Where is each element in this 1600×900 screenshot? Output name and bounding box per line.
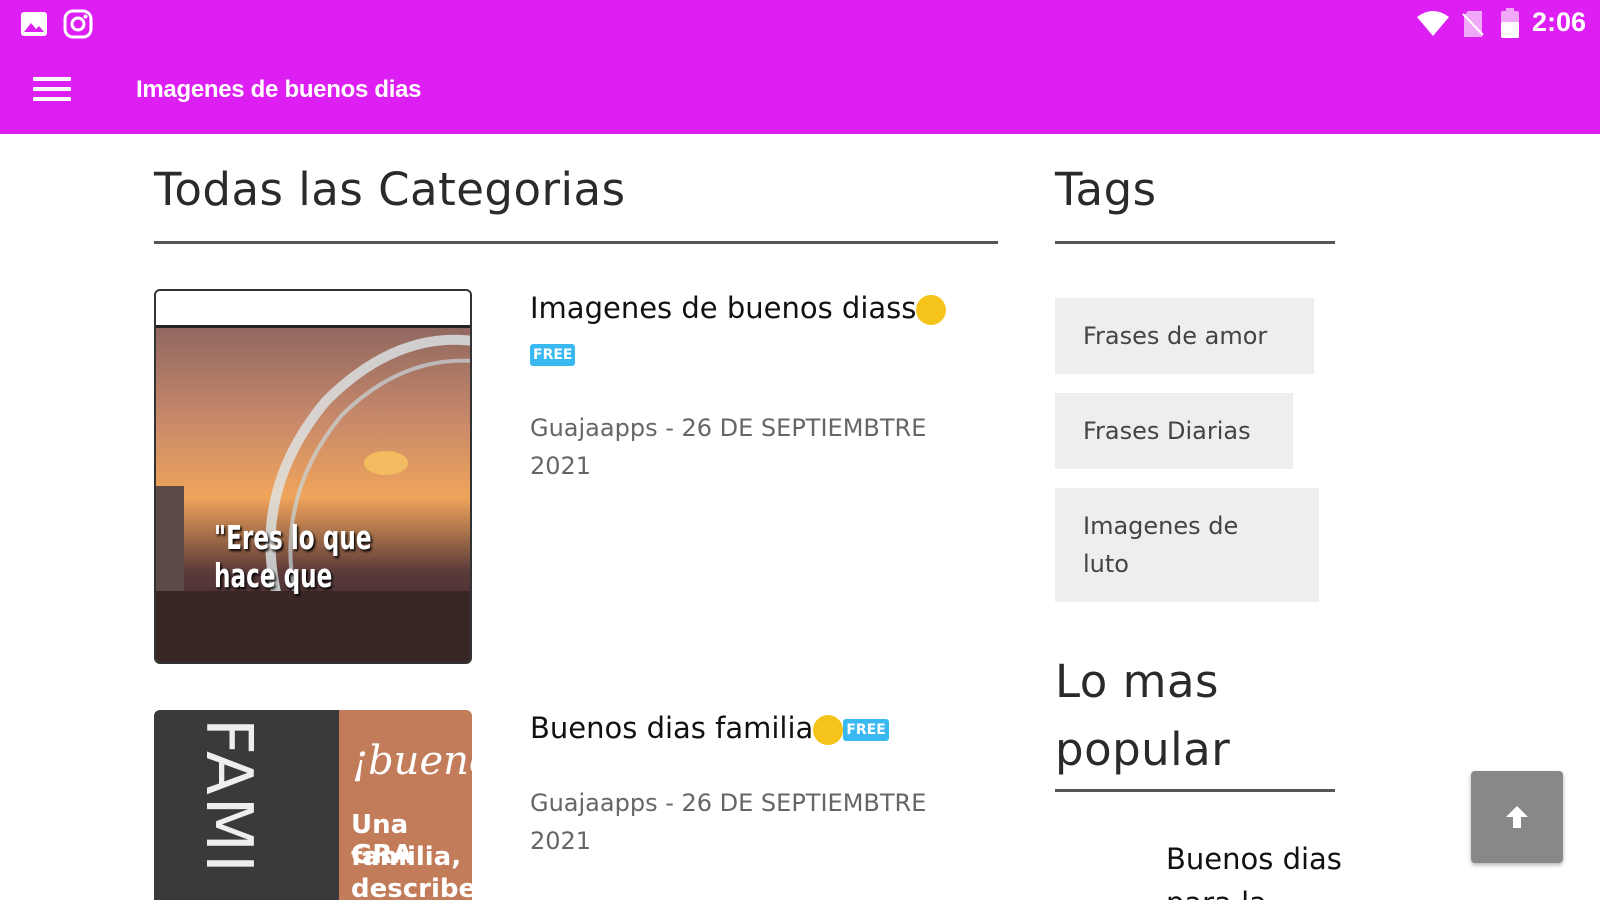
- app-bar: Imagenes de buenos dias: [0, 48, 1600, 134]
- status-time: 2:06: [1531, 7, 1586, 37]
- tags-divider: [1055, 241, 1335, 244]
- tag-imagenes-de-luto[interactable]: Imagenes de luto: [1055, 488, 1319, 602]
- no-sim-icon: [1462, 11, 1484, 37]
- app-title: Imagenes de buenos dias: [136, 76, 422, 103]
- tag-frases-de-amor[interactable]: Frases de amor: [1055, 298, 1314, 374]
- free-badge: FREE: [530, 343, 576, 366]
- sunset-photo-icon: [156, 291, 470, 662]
- post-title-text: Buenos dias familia: [530, 711, 814, 745]
- thumbnail-quote: "Eres lo que hace que dices que h: [214, 519, 372, 599]
- image-icon: [21, 12, 47, 36]
- categories-heading: Todas las Categorias: [154, 163, 626, 216]
- free-badge: FREE: [843, 719, 889, 741]
- thumbnail-buenos-word: ¡bueno: [352, 738, 472, 784]
- grin-emoji-icon: [813, 715, 844, 745]
- scroll-to-top-button[interactable]: [1471, 771, 1563, 863]
- popular-divider: [1055, 789, 1335, 792]
- tag-frases-diarias[interactable]: Frases Diarias: [1055, 393, 1293, 469]
- status-bar: 2:06: [0, 0, 1600, 48]
- popular-heading: Lo mas popular: [1055, 655, 1231, 776]
- hamburger-menu-icon[interactable]: [30, 73, 74, 109]
- post-thumbnail[interactable]: FAMI ¡bueno Una GRA familia, describe: [154, 710, 472, 900]
- post-thumbnail[interactable]: "Eres lo que hace que dices que h: [154, 289, 472, 664]
- tags-heading: Tags: [1055, 163, 1157, 216]
- grin-emoji-icon: [916, 295, 947, 325]
- popular-post-title[interactable]: Buenos dias para la: [1166, 838, 1386, 900]
- thumbnail-line-2: familia,: [351, 842, 462, 872]
- post-title-text: Imagenes de buenos diass: [530, 291, 917, 325]
- post-meta: Guajaapps - 26 DE SEPTIEMBTRE 2021: [530, 414, 927, 480]
- battery-icon: [1501, 8, 1519, 38]
- arrow-up-icon: [1506, 806, 1528, 828]
- wifi-icon: [1417, 11, 1449, 36]
- thumbnail-family-word: FAMI: [191, 718, 265, 875]
- thumbnail-line-3: describe: [351, 874, 472, 900]
- post-title[interactable]: Imagenes de buenos diass FREE: [530, 286, 990, 376]
- categories-divider: [154, 241, 998, 244]
- post-meta: Guajaapps - 26 DE SEPTIEMBTRE 2021: [530, 789, 927, 855]
- post-title[interactable]: Buenos dias familia FREE: [530, 706, 990, 751]
- instagram-icon: [63, 9, 93, 39]
